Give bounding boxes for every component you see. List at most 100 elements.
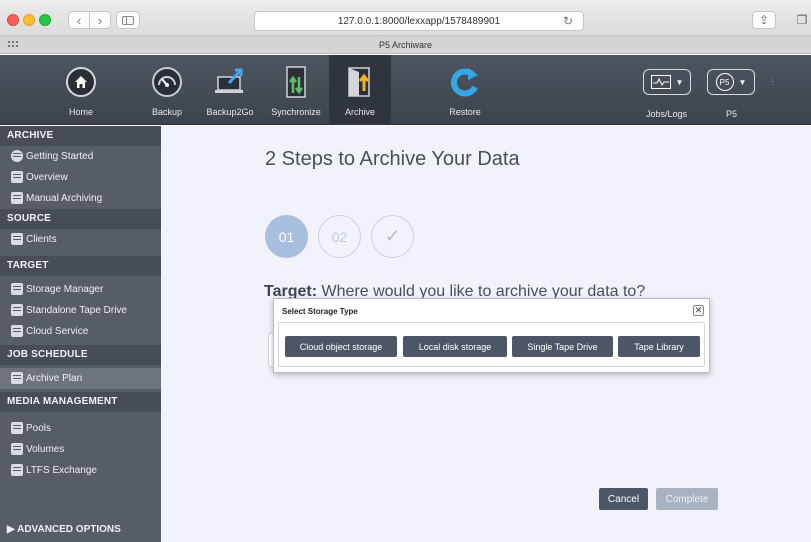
laptop-upload-icon [213,65,247,99]
chevron-down-icon: ▼ [738,77,747,87]
p5-logo-icon: P5 [715,73,734,91]
left-navigation: ARCHIVE Getting Started Overview Manual … [0,126,161,542]
overview-icon [11,171,23,183]
section-archive: ARCHIVE [0,126,161,146]
reload-icon[interactable]: ↻ [563,14,573,28]
nav-standalone-tape-drive[interactable]: Standalone Tape Drive [0,300,161,321]
volumes-icon [11,443,23,455]
backup-gauge-icon [152,67,182,97]
nav-cloud-service[interactable]: Cloud Service [0,321,161,342]
dialog-title: Select Storage Type [282,307,358,316]
nav-archive-plan[interactable]: Archive Plan [0,368,161,389]
nav-storage-manager[interactable]: Storage Manager [0,279,161,300]
close-icon[interactable]: ✕ [693,305,704,316]
forward-button[interactable]: › [89,11,111,29]
tab-title[interactable]: P5 Archiware [379,40,432,50]
section-job-schedule: JOB SCHEDULE [0,345,161,365]
clients-icon [11,233,23,245]
nav-label: Standalone Tape Drive [26,305,127,316]
home-icon [66,67,96,97]
pools-icon [11,422,23,434]
nav-overview[interactable]: Overview [0,167,161,188]
toolbar-home[interactable]: Home [58,55,104,125]
archive-plan-icon [11,372,23,384]
more-options-icon[interactable]: ⋮ [768,77,777,86]
grid-icon[interactable] [8,41,18,49]
nav-label: Getting Started [26,151,94,162]
toolbar-synchronize[interactable]: Synchronize [267,55,325,125]
toolbar-restore[interactable]: Restore [437,55,493,125]
nav-clients[interactable]: Clients [0,229,161,250]
activity-monitor-icon [650,75,671,89]
jobs-logs-label: Jobs/Logs [646,109,688,119]
ltfs-exchange-icon [11,464,23,476]
close-window-button[interactable] [7,14,19,26]
select-storage-type-dialog: Select Storage Type ✕ Cloud object stora… [273,298,710,373]
step-1-indicator: 01 [265,215,308,258]
toolbar-backup2go-label: Backup2Go [206,107,254,117]
nav-label: Archive Plan [26,373,83,384]
nav-volumes[interactable]: Volumes [0,439,161,460]
tabs-overview-button[interactable]: ❐ [790,11,811,29]
synchronize-icon [279,65,313,99]
archive-door-icon [343,65,377,99]
chevron-right-icon: › [97,12,103,28]
section-source: SOURCE [0,209,161,229]
nav-ltfs-exchange[interactable]: LTFS Exchange [0,460,161,481]
nav-manual-archiving[interactable]: Manual Archiving [0,188,161,209]
sidebar-toggle-button[interactable] [116,11,140,29]
nav-label: Overview [26,172,68,183]
p5-menu-button[interactable]: P5 ▼ [707,69,755,95]
section-media-management: MEDIA MANAGEMENT [0,392,161,412]
nav-getting-started[interactable]: Getting Started [0,146,161,167]
chevron-left-icon: ‹ [76,12,82,28]
cloud-object-storage-button[interactable]: Cloud object storage [285,336,397,357]
nav-label: Storage Manager [26,284,104,295]
toolbar-backup2go[interactable]: Backup2Go [203,55,257,125]
local-disk-storage-button[interactable]: Local disk storage [403,336,507,357]
back-button[interactable]: ‹ [68,11,90,29]
cloud-service-icon [11,325,23,337]
toolbar-restore-label: Restore [449,107,481,117]
nav-label: Clients [26,234,57,245]
restore-arrow-icon [448,65,482,99]
section-target: TARGET [0,256,161,276]
nav-label: Volumes [26,444,65,455]
advanced-options-toggle[interactable]: ▶ ADVANCED OPTIONS [7,524,121,535]
nav-label: Cloud Service [26,326,89,337]
nav-label: Manual Archiving [26,193,103,204]
single-tape-drive-button[interactable]: Single Tape Drive [512,336,613,357]
address-bar[interactable]: 127.0.0.1:8000/lexxapp/1578489901 ↻ [254,11,584,31]
tape-library-button[interactable]: Tape Library [618,336,700,357]
sidebar-icon [122,15,134,25]
toolbar-backup-label: Backup [151,107,183,117]
share-icon: ⇪ [758,13,770,27]
p5-label: P5 [726,109,738,119]
tab-strip: P5 Archiware [0,36,811,54]
minimize-window-button[interactable] [23,14,35,26]
toolbar-synchronize-label: Synchronize [271,107,321,117]
step-complete-indicator: ✓ [371,215,414,258]
jobs-logs-button[interactable]: ▼ [643,69,691,95]
toolbar-home-label: Home [68,107,93,117]
toolbar-backup[interactable]: Backup [145,55,189,125]
app-toolbar: Home Backup Backup2Go Synchronize Archiv… [0,55,811,125]
complete-button[interactable]: Complete [656,488,718,510]
toolbar-archive-label: Archive [344,107,375,117]
dialog-body: Cloud object storage Local disk storage … [278,322,705,367]
chevron-down-icon: ▼ [675,77,684,87]
nav-pools[interactable]: Pools [0,418,161,439]
step-2-indicator: 02 [318,215,361,258]
url-text: 127.0.0.1:8000/lexxapp/1578489901 [337,15,501,27]
tape-drive-icon [11,304,23,316]
nav-label: LTFS Exchange [26,465,97,476]
zoom-window-button[interactable] [39,14,51,26]
storage-manager-icon [11,283,23,295]
nav-label: Pools [26,423,52,434]
browser-titlebar: ‹ › 127.0.0.1:8000/lexxapp/1578489901 ↻ … [0,0,811,36]
share-button[interactable]: ⇪ [752,11,776,29]
toolbar-archive[interactable]: Archive [329,55,391,125]
page-title: 2 Steps to Archive Your Data [265,148,520,170]
cancel-button[interactable]: Cancel [599,488,648,510]
tabs-icon: ❐ [796,13,808,27]
